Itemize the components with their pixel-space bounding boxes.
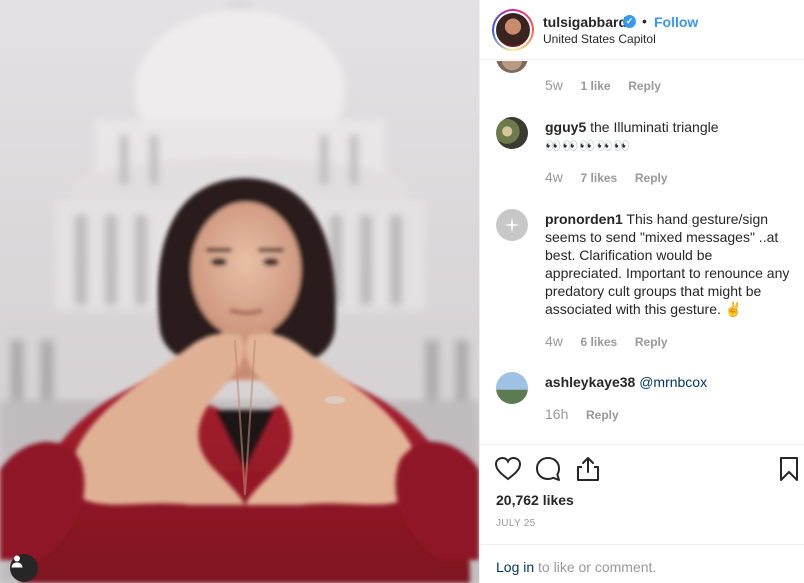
login-prompt-text: to like or comment. <box>534 559 657 575</box>
comment: gguy5 the Illuminati triangle 👀👀👀👀👀 <box>545 118 793 155</box>
comment-age[interactable]: 4w <box>545 333 563 349</box>
bookmark-icon[interactable] <box>775 455 803 483</box>
reply-button[interactable]: Reply <box>586 408 619 422</box>
login-prompt: Log in to like or comment. <box>480 544 804 583</box>
comment-likes[interactable]: 6 likes <box>581 335 618 349</box>
reply-button[interactable]: Reply <box>635 335 668 349</box>
comment-meta: 16h Reply <box>545 406 619 422</box>
separator-dot: • <box>642 13 647 29</box>
login-link[interactable]: Log in <box>496 559 534 575</box>
comment: ashleykaye38 @mrnbcox <box>545 373 793 391</box>
person-icon <box>11 555 23 568</box>
comment-username[interactable]: pronorden1 <box>545 211 623 227</box>
post-actions: 20,762 likes JULY 25 <box>480 444 804 544</box>
share-icon[interactable] <box>574 455 602 483</box>
comment-age[interactable]: 5w <box>545 77 563 93</box>
avatar <box>496 13 530 47</box>
comment-likes[interactable]: 7 likes <box>581 171 618 185</box>
comment-emoji: 👀👀👀👀👀 <box>545 138 631 153</box>
reply-button[interactable]: Reply <box>635 171 668 185</box>
username-link[interactable]: tulsigabbard <box>543 14 627 30</box>
likes-count[interactable]: 20,762 likes <box>496 492 574 508</box>
comment-meta: 4w 7 likes Reply <box>545 169 668 185</box>
comment-text: the Illuminati triangle <box>590 119 719 135</box>
comment-icon[interactable] <box>534 455 562 483</box>
comment-age[interactable]: 16h <box>545 406 568 422</box>
post-photo[interactable] <box>0 0 479 583</box>
comment-mention[interactable]: @mrnbcox <box>639 374 707 390</box>
follow-button[interactable]: Follow <box>654 14 698 30</box>
comment-emoji: ✌ <box>724 301 743 317</box>
user-tag-button[interactable] <box>10 554 38 582</box>
comment-avatar[interactable] <box>496 372 528 404</box>
reply-button[interactable]: Reply <box>628 79 661 93</box>
sparkle-icon <box>504 217 520 233</box>
post-date[interactable]: JULY 25 <box>496 518 536 529</box>
comment: pronorden1 This hand gesture/sign seems … <box>545 210 793 318</box>
heart-icon[interactable] <box>494 455 522 483</box>
comments-list[interactable]: 5w 1 like Reply gguy5 the Illuminati tri… <box>480 61 804 444</box>
comment-meta: 4w 6 likes Reply <box>545 333 668 349</box>
post-sidebar: tulsigabbard ✓ • Follow United States Ca… <box>479 0 804 583</box>
comment-avatar[interactable] <box>496 209 528 241</box>
comment-meta: 5w 1 like Reply <box>545 77 661 93</box>
comment-username[interactable]: ashleykaye38 <box>545 374 635 390</box>
comment-likes[interactable]: 1 like <box>581 79 611 93</box>
comment-avatar[interactable] <box>496 117 528 149</box>
verified-badge-icon: ✓ <box>623 15 636 28</box>
comment-avatar[interactable] <box>496 61 528 73</box>
comment-username[interactable]: gguy5 <box>545 119 586 135</box>
comment-age[interactable]: 4w <box>545 169 563 185</box>
post-header: tulsigabbard ✓ • Follow United States Ca… <box>480 0 804 60</box>
photo-illustration <box>0 0 479 583</box>
story-avatar[interactable] <box>492 9 534 51</box>
location-link[interactable]: United States Capitol <box>543 32 656 46</box>
